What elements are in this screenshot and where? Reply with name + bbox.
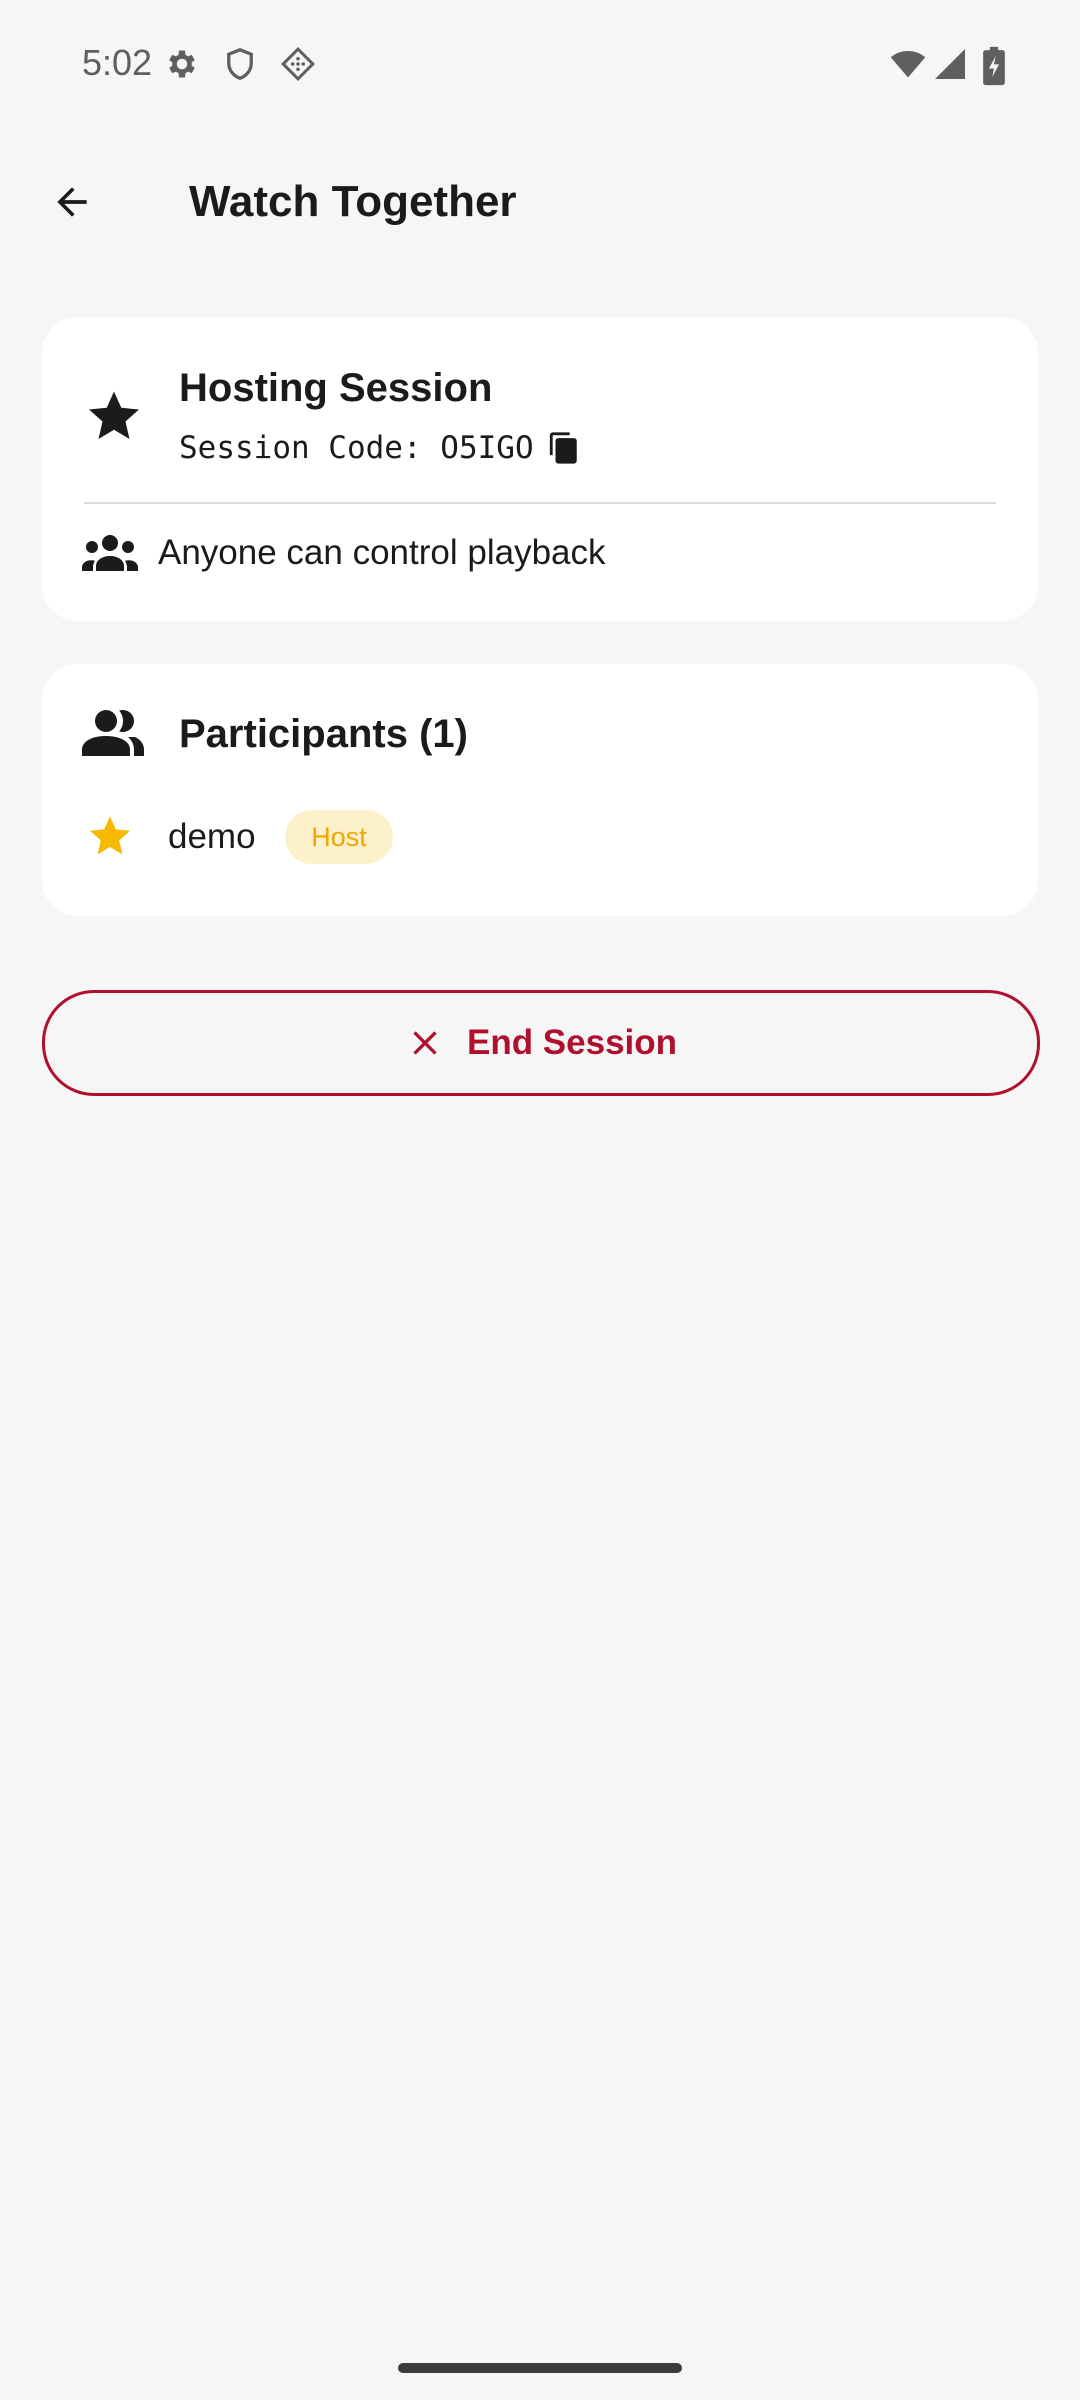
session-code-row: Session Code: O5IGO: [179, 424, 584, 472]
status-time: 5:02: [82, 42, 153, 83]
star-icon: [86, 812, 134, 860]
settings-icon: [164, 46, 200, 82]
participants-card: [42, 664, 1038, 916]
copy-code-button[interactable]: [544, 428, 584, 468]
back-button[interactable]: [40, 170, 104, 234]
session-code-label: Session Code:: [179, 430, 441, 466]
playback-control-text: Anyone can control playback: [158, 533, 606, 572]
screen: 5:02 Watch Together Hosting Session Sess…: [0, 0, 1080, 2400]
session-code-value: O5IGO: [440, 430, 534, 466]
shield-icon: [222, 46, 258, 82]
people-icon: [82, 708, 148, 758]
diamond-dots-icon: [280, 46, 316, 82]
participant-name: demo: [168, 817, 256, 856]
star-icon: [84, 386, 144, 446]
group-icon: [82, 533, 138, 573]
end-session-button[interactable]: End Session: [42, 990, 1040, 1096]
arrow-left-icon: [50, 180, 94, 224]
status-bar: 5:02: [0, 0, 1080, 128]
host-badge: Host: [285, 810, 393, 864]
divider: [84, 502, 996, 504]
gesture-nav-handle[interactable]: [398, 2363, 682, 2373]
participants-title: Participants (1): [179, 712, 468, 756]
page-title: Watch Together: [189, 177, 517, 226]
battery-charging-icon: [980, 46, 1008, 86]
app-bar: Watch Together: [0, 150, 1080, 254]
close-icon: [405, 1023, 445, 1063]
hosting-session-title: Hosting Session: [179, 366, 493, 410]
wifi-icon: [888, 46, 928, 82]
end-session-label: End Session: [466, 1023, 678, 1062]
copy-icon: [547, 431, 581, 465]
cell-signal-icon: [932, 46, 968, 82]
